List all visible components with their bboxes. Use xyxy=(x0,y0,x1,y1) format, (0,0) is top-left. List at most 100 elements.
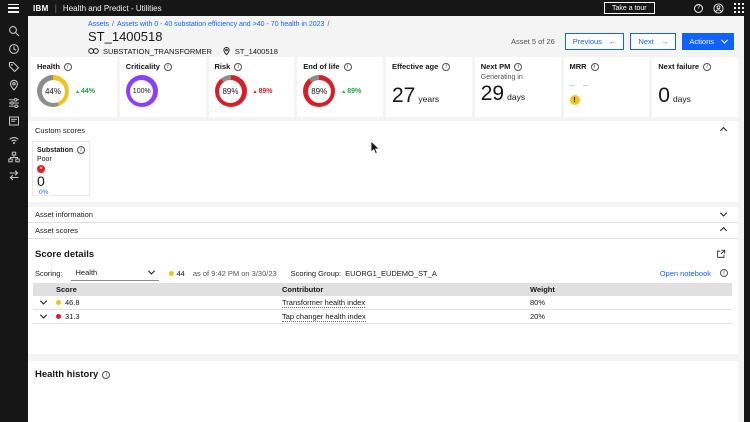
catalog-icon[interactable] xyxy=(8,115,20,127)
actions-button[interactable]: Actions xyxy=(682,33,734,50)
scoring-label: Scoring: xyxy=(35,268,63,278)
mrr-empty-value: – – xyxy=(569,80,592,90)
criticality-donut: 100% xyxy=(125,75,158,107)
asset-class-icon xyxy=(88,48,99,54)
info-icon[interactable] xyxy=(77,146,85,154)
score-card-title: Substation E... xyxy=(37,146,75,154)
take-a-tour-button[interactable]: Take a tour xyxy=(604,2,655,14)
scoring-dropdown[interactable]: Health xyxy=(70,265,159,281)
health-history-panel: Health history xyxy=(28,361,738,422)
asset-class-label: SUBSTATION_TRANSFORMER xyxy=(103,46,212,56)
breadcrumb-filter[interactable]: Assets with 0 - 40 substation efficiency… xyxy=(117,21,324,28)
location-icon[interactable] xyxy=(8,79,20,91)
contributors-table: Score Contributor Weight 46.8 Transforme… xyxy=(33,283,732,324)
health-delta: 44% xyxy=(75,88,95,95)
search-icon[interactable] xyxy=(8,25,20,37)
chevron-down-icon xyxy=(720,36,729,44)
custom-scores-header: Custom scores xyxy=(35,126,86,135)
warning-icon[interactable] xyxy=(569,95,580,105)
open-notebook-link[interactable]: Open notebook xyxy=(660,269,711,278)
filter-sliders-icon[interactable] xyxy=(8,97,20,109)
kpi-card-end-of-life: End of life 89% 89% xyxy=(297,57,383,117)
kpi-card-health: Health 44% 44% xyxy=(31,57,117,117)
previous-button[interactable]: Previous xyxy=(564,33,625,50)
score-rating: Poor xyxy=(37,156,52,163)
end-of-life-donut: 89% xyxy=(303,75,336,107)
table-row: 31.3 Tap changer health index 20% xyxy=(33,310,732,324)
score-details-title: Score details xyxy=(35,249,95,260)
recent-history-icon[interactable] xyxy=(8,43,20,55)
hierarchy-icon[interactable] xyxy=(8,151,20,163)
health-history-title: Health history xyxy=(35,369,99,380)
poor-status-icon xyxy=(37,165,45,173)
next-button[interactable]: Next xyxy=(630,33,677,50)
risk-donut: 89% xyxy=(214,75,247,107)
app-window: IBM | Health and Predict - Utilities Tak… xyxy=(0,0,750,422)
page-header: Assets / Assets with 0 - 40 substation eff… xyxy=(28,16,744,57)
kpi-card-mrr: MRR – – xyxy=(563,57,650,117)
asset-information-row[interactable]: Asset information xyxy=(28,207,738,223)
signal-icon[interactable] xyxy=(8,133,20,145)
info-icon[interactable] xyxy=(102,370,111,379)
asset-meta-row: SUBSTATION_TRANSFORMER ST_1400518 xyxy=(88,46,278,56)
scoring-row: Scoring: Health 44 as of 9:42 PM on 3/30… xyxy=(35,265,728,281)
score-timestamp: as of 9:42 PM on 3/30/23 xyxy=(192,268,277,278)
info-icon[interactable] xyxy=(703,62,712,71)
compare-arrows-icon[interactable] xyxy=(8,169,20,181)
info-icon[interactable] xyxy=(234,62,243,71)
current-score: 44 xyxy=(176,268,185,278)
substation-score-card[interactable]: Substation E... Poor 0 0% xyxy=(32,141,90,196)
info-icon[interactable] xyxy=(442,62,451,71)
risk-delta: 89% xyxy=(253,88,272,95)
mouse-cursor xyxy=(371,141,381,155)
scoring-group-value: EUORG1_EUDEMO_ST_A xyxy=(345,268,437,278)
expand-row-chevron[interactable] xyxy=(39,311,47,319)
app-switcher-icon[interactable] xyxy=(734,3,744,13)
asset-count: Asset 5 of 26 xyxy=(511,37,555,46)
launch-icon[interactable] xyxy=(716,249,726,259)
location-pin-icon xyxy=(223,47,230,56)
next-pm-value: 29 xyxy=(480,82,505,105)
left-sidebar xyxy=(0,16,28,422)
asset-scores-row[interactable]: Asset scores xyxy=(28,223,738,239)
end-of-life-delta: 89% xyxy=(341,88,361,95)
help-icon[interactable] xyxy=(694,3,703,13)
score-percent: 0% xyxy=(39,189,49,197)
info-icon[interactable] xyxy=(590,62,599,71)
kpi-card-risk: Risk 89% 89% xyxy=(208,57,295,117)
breadcrumb-assets[interactable]: Assets xyxy=(88,21,109,28)
effective-age-value: 27 xyxy=(392,84,416,107)
table-header: Score Contributor Weight xyxy=(33,283,732,296)
ibm-logo: IBM xyxy=(33,3,49,13)
kpi-card-next-pm: Next PM Generating in 29days xyxy=(474,57,561,117)
info-icon[interactable] xyxy=(720,269,728,277)
row-status-dot xyxy=(56,300,61,305)
asset-location-label: ST_1400518 xyxy=(234,46,278,56)
contributor-link[interactable]: Tap changer health index xyxy=(282,312,366,322)
menu-icon[interactable] xyxy=(8,3,19,13)
kpi-card-next-failure: Next failure 0days xyxy=(652,57,738,117)
tag-icon[interactable] xyxy=(8,61,20,73)
info-icon[interactable] xyxy=(514,62,523,71)
page-title: ST_1400518 xyxy=(88,29,163,44)
collapse-chevron-icon[interactable] xyxy=(719,126,728,135)
kpi-card-criticality: Criticality 100% xyxy=(119,57,206,117)
expand-row-chevron[interactable] xyxy=(39,297,47,305)
chevron-down-icon xyxy=(719,209,728,217)
row-status-dot xyxy=(56,314,61,319)
info-icon[interactable] xyxy=(343,62,352,71)
kpi-card-row: Health 44% 44% Criticality 100% Risk 89%… xyxy=(31,57,738,117)
scoring-group-label: Scoring Group: xyxy=(290,268,342,278)
next-pm-note: Generating in xyxy=(480,74,523,81)
score-value: 0 xyxy=(37,173,45,189)
chevron-down-icon xyxy=(147,267,155,275)
score-status-dot xyxy=(168,270,174,276)
table-row: 46.8 Transformer health index 80% xyxy=(33,296,732,310)
top-header: IBM | Health and Predict - Utilities Tak… xyxy=(0,0,750,16)
contributor-link[interactable]: Transformer health index xyxy=(282,298,366,308)
info-icon[interactable] xyxy=(163,62,172,71)
user-avatar-icon[interactable] xyxy=(713,2,724,14)
info-icon[interactable] xyxy=(63,62,72,71)
app-title: Health and Predict - Utilities xyxy=(62,3,162,13)
custom-scores-panel: Custom scores Substation E... Poor 0 0% xyxy=(28,121,738,202)
